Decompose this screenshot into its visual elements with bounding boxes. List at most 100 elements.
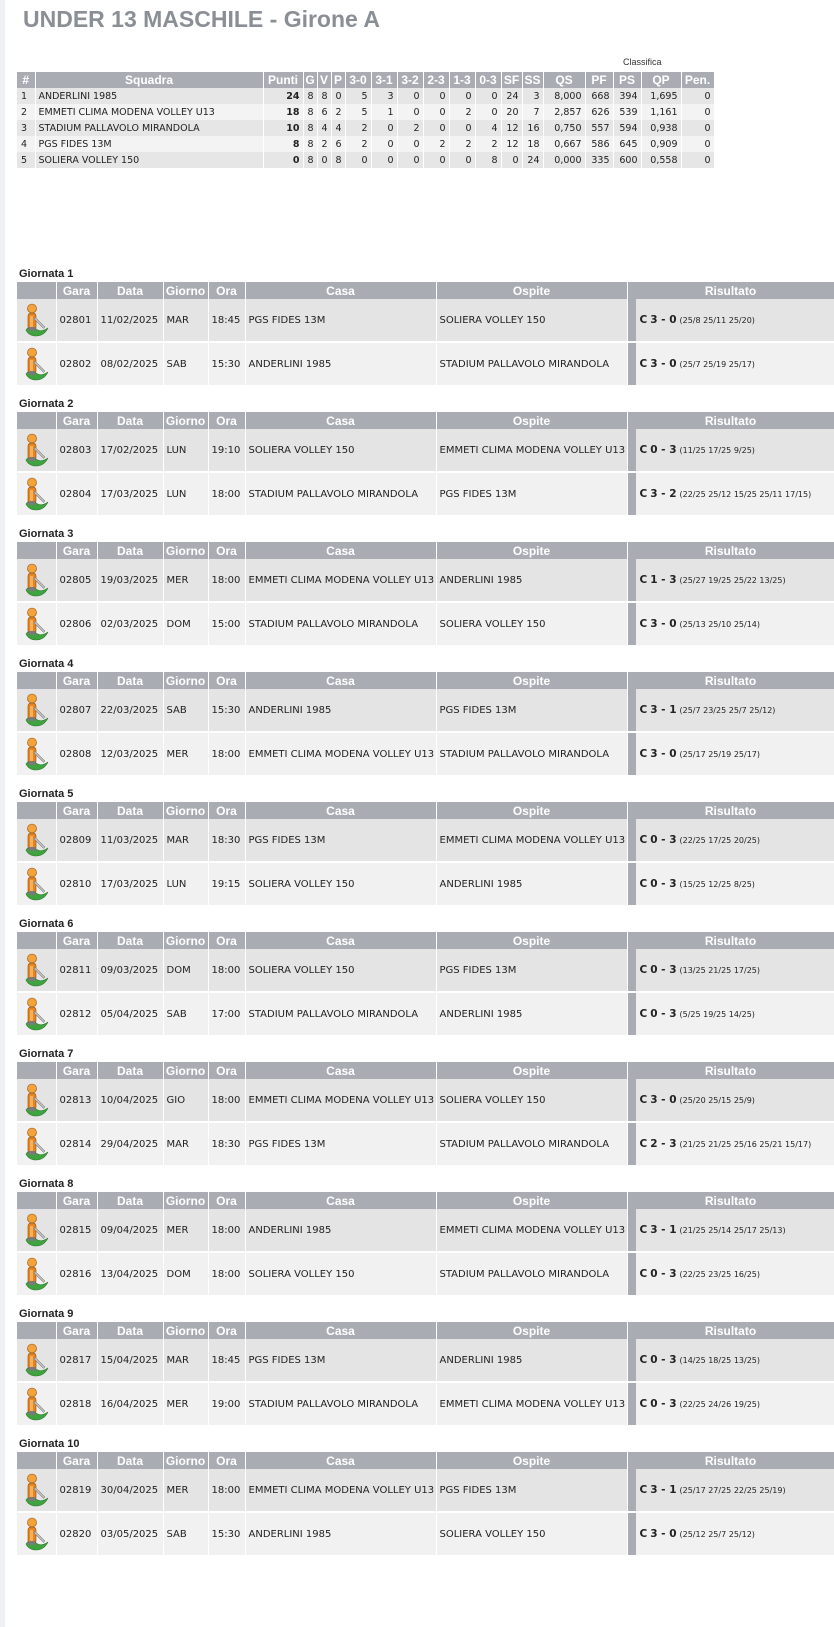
standings-col-header: 3-0: [345, 72, 372, 88]
referee-icon[interactable]: [17, 819, 57, 862]
standings-cell: 0: [423, 152, 450, 168]
referee-icon[interactable]: [17, 1469, 57, 1512]
standings-cell: 4: [475, 120, 502, 136]
referee-icon[interactable]: [17, 1251, 57, 1295]
standings-cell: 10: [263, 120, 304, 136]
match-row: 02819 30/04/2025 MER 18:00 EMMETI CLIMA MODE…: [17, 1469, 834, 1512]
matches-col-header: Data: [97, 1062, 164, 1079]
standings-cell: 4: [331, 120, 346, 136]
referee-icon[interactable]: [17, 861, 57, 905]
result-status: C: [639, 834, 648, 846]
match-time: 18:00: [208, 1469, 246, 1512]
standings-cell: 0: [423, 120, 450, 136]
standings-cell: 0: [475, 104, 502, 120]
referee-icon[interactable]: [17, 299, 57, 342]
matches-col-header: Giorno: [163, 672, 209, 689]
result-marker-bar: [627, 299, 636, 341]
away-team: ANDERLINI 1985: [436, 559, 628, 602]
matches-header-row: Gara Data Giorno Ora Casa Ospite Risultato: [17, 282, 834, 299]
match-date: 17/03/2025: [97, 471, 164, 515]
matches-col-header: [17, 672, 57, 689]
matches-col-header: Gara: [56, 542, 98, 559]
match-weekday: MER: [163, 1209, 209, 1252]
standings-cell: 2: [475, 136, 502, 152]
matches-col-header: Giorno: [163, 932, 209, 949]
round-title: Giornata 7: [19, 1048, 74, 1060]
referee-icon[interactable]: [17, 559, 57, 602]
matches-col-header: Ora: [208, 802, 246, 819]
home-team: STADIUM PALLAVOLO MIRANDOLA: [245, 991, 437, 1035]
standings-cell: 18: [263, 104, 304, 120]
matches-col-header: Casa: [245, 542, 437, 559]
round-title: Giornata 4: [19, 658, 74, 670]
result-set-scores: (13/25 21/25 17/25): [679, 965, 761, 975]
result-status: C: [639, 1398, 648, 1410]
standings-cell: 8,000: [543, 88, 586, 104]
round-title: Giornata 8: [19, 1178, 74, 1190]
matches-col-header: Data: [97, 802, 164, 819]
referee-icon[interactable]: [17, 471, 57, 515]
standings-cell: 0: [397, 88, 424, 104]
round-title: Giornata 6: [19, 918, 74, 930]
standings-cell: 4: [317, 120, 332, 136]
referee-icon[interactable]: [17, 1079, 57, 1122]
matches-col-header: Gara: [56, 1322, 98, 1339]
match-weekday: GIO: [163, 1079, 209, 1122]
standings-cell: 12: [501, 136, 523, 152]
match-row: 02804 17/03/2025 LUN 18:00 STADIUM PALLAVOLO…: [17, 471, 834, 515]
referee-icon[interactable]: [17, 1511, 57, 1555]
match-result: C1 - 3 (25/27 19/25 25/22 13/25): [627, 559, 834, 602]
referee-icon[interactable]: [17, 1209, 57, 1252]
referee-icon[interactable]: [17, 991, 57, 1035]
matches-col-header: Risultato: [627, 412, 834, 429]
standings-col-header: P: [331, 72, 346, 88]
result-status: C: [639, 1138, 648, 1150]
match-number: 02803: [56, 429, 98, 472]
standings-team-name: EMMETI CLIMA MODENA VOLLEY U13: [35, 104, 264, 120]
matches-header-row: Gara Data Giorno Ora Casa Ospite Risultato: [17, 1322, 834, 1339]
referee-icon[interactable]: [17, 1121, 57, 1165]
match-weekday: LUN: [163, 429, 209, 472]
result-marker-bar: [627, 819, 636, 861]
matches-col-header: [17, 1062, 57, 1079]
referee-icon[interactable]: [17, 341, 57, 385]
standings-cell: 5: [345, 104, 372, 120]
match-date: 30/04/2025: [97, 1469, 164, 1512]
matches-col-header: Gara: [56, 412, 98, 429]
result-set-scores: (25/27 19/25 25/22 13/25): [679, 575, 786, 585]
referee-icon[interactable]: [17, 601, 57, 645]
matches-col-header: Ospite: [436, 932, 628, 949]
result-set-scores: (11/25 17/25 9/25): [679, 445, 755, 455]
referee-icon[interactable]: [17, 429, 57, 472]
result-status: C: [639, 574, 648, 586]
standings-cell: 2: [449, 136, 476, 152]
referee-icon[interactable]: [17, 1381, 57, 1425]
round-title: Giornata 10: [19, 1438, 80, 1450]
standings-col-header: 1-3: [449, 72, 476, 88]
referee-icon[interactable]: [17, 949, 57, 992]
referee-icon[interactable]: [17, 1339, 57, 1382]
matches-col-header: Casa: [245, 412, 437, 429]
match-row: 02818 16/04/2025 MER 19:00 STADIUM PALLAVOLO…: [17, 1381, 834, 1425]
matches-col-header: Ospite: [436, 1062, 628, 1079]
referee-icon[interactable]: [17, 731, 57, 775]
match-weekday: SAB: [163, 991, 209, 1035]
standings-cell: 12: [501, 120, 523, 136]
away-team: ANDERLINI 1985: [436, 861, 628, 905]
standings-cell: 668: [585, 88, 614, 104]
standings-cell: 0,938: [641, 120, 682, 136]
result-score: 3 - 0: [650, 314, 677, 326]
referee-icon[interactable]: [17, 689, 57, 732]
matches-col-header: Data: [97, 932, 164, 949]
matches-col-header: [17, 1192, 57, 1209]
standings-cell: 2: [317, 136, 332, 152]
standings-cell: 1: [17, 88, 36, 104]
standings-col-header: QP: [641, 72, 682, 88]
match-time: 15:30: [208, 689, 246, 732]
standings-cell: 8: [303, 136, 318, 152]
standings-cell: 0: [501, 152, 523, 168]
matches-col-header: Data: [97, 412, 164, 429]
standings-cell: 8: [317, 88, 332, 104]
standings-cell: 586: [585, 136, 614, 152]
standings-cell: 0: [449, 152, 476, 168]
